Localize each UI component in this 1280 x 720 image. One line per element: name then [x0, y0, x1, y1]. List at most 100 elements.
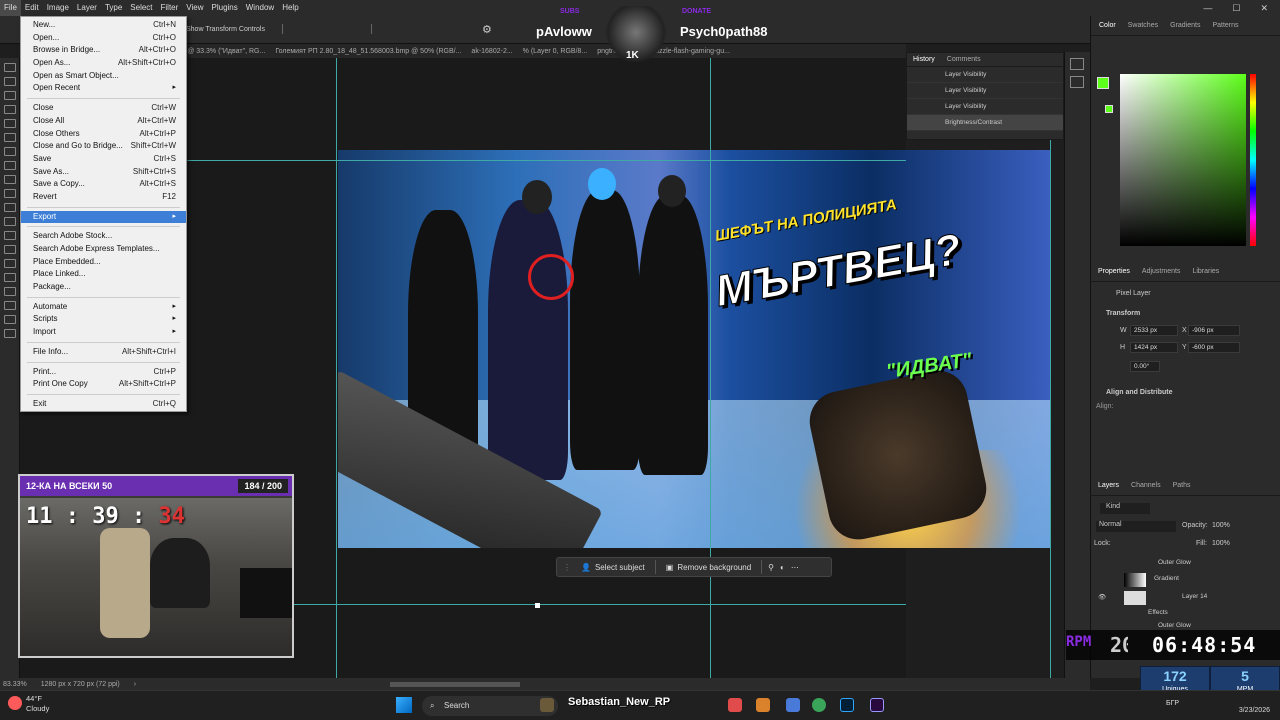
menu-item-automate[interactable]: Automate ▸: [21, 301, 186, 314]
adjust-icon[interactable]: ◐: [780, 563, 785, 572]
guide-line[interactable]: [710, 58, 711, 678]
tab-gradients[interactable]: Gradients: [1170, 22, 1200, 29]
eye-icon[interactable]: 👁: [1098, 593, 1106, 601]
menu-item-open-as[interactable]: Open As... Alt+Shift+Ctrl+O: [21, 57, 186, 70]
healing-tool-icon[interactable]: [4, 147, 16, 156]
app-icon[interactable]: [540, 698, 554, 712]
menu-filter[interactable]: Filter: [157, 0, 183, 16]
menu-layer[interactable]: Layer: [73, 0, 101, 16]
chrome-icon[interactable]: [812, 698, 826, 712]
menu-item-open-recent[interactable]: Open Recent ▸: [21, 82, 186, 95]
angle-field[interactable]: 0.00°: [1130, 361, 1160, 372]
menu-view[interactable]: View: [182, 0, 207, 16]
premiere-icon[interactable]: [870, 698, 884, 712]
opacity-field[interactable]: 100%: [1212, 522, 1230, 529]
tab-properties[interactable]: Properties: [1098, 268, 1130, 275]
history-panel-icon[interactable]: [1070, 58, 1084, 70]
thumbnail-artwork[interactable]: ШЕФЪТ НА ПОЛИЦИЯТА МЪРТВЕЦ? "ИДВАТ": [338, 150, 1050, 548]
move-tool-icon[interactable]: [4, 63, 16, 72]
system-tray-clock[interactable]: 3/23/2026: [1239, 694, 1270, 716]
menu-item-revert[interactable]: Revert F12: [21, 191, 186, 204]
width-field[interactable]: 2533 px: [1130, 325, 1178, 336]
doc-tab[interactable]: Големият РП 2.80_18_48_51.568003.bmp @ 5…: [275, 48, 461, 55]
zoom-level[interactable]: 83.33%: [3, 681, 27, 688]
history-item[interactable]: Layer Visibility: [907, 83, 1063, 99]
app-icon[interactable]: [786, 698, 800, 712]
align-buttons[interactable]: [282, 24, 372, 34]
tab-color[interactable]: Color: [1099, 22, 1116, 29]
doc-tab[interactable]: ak-16802-2...: [471, 48, 512, 55]
type-tool-icon[interactable]: [4, 273, 16, 282]
guide-line[interactable]: [1050, 58, 1051, 678]
taskbar-search[interactable]: ⌕ Search: [422, 696, 558, 716]
tab-layers[interactable]: Layers: [1098, 482, 1119, 489]
x-field[interactable]: -906 px: [1188, 325, 1240, 336]
drag-handle-icon[interactable]: ⋮: [563, 563, 571, 572]
marquee-tool-icon[interactable]: [4, 77, 16, 86]
tab-channels[interactable]: Channels: [1131, 482, 1161, 489]
menu-item-file-info[interactable]: File Info... Alt+Shift+Ctrl+I: [21, 346, 186, 359]
horizontal-scrollbar[interactable]: [390, 681, 521, 687]
menu-item-import[interactable]: Import ▸: [21, 326, 186, 339]
menu-edit[interactable]: Edit: [21, 0, 43, 16]
stamp-tool-icon[interactable]: [4, 175, 16, 184]
history-item[interactable]: Brightness/Contrast: [907, 115, 1063, 131]
zoom-tool-icon[interactable]: [4, 329, 16, 338]
language-indicator[interactable]: БГР: [1166, 700, 1179, 707]
transform-handle[interactable]: [535, 603, 540, 608]
weather-widget[interactable]: 44°F Cloudy: [8, 694, 49, 714]
remove-background-button[interactable]: ▣ Remove background: [662, 561, 755, 574]
menu-item-open[interactable]: Open... Ctrl+O: [21, 32, 186, 45]
blend-mode-select[interactable]: Normal: [1096, 521, 1176, 532]
close-icon[interactable]: ✕: [1260, 0, 1268, 16]
tab-patterns[interactable]: Patterns: [1212, 22, 1238, 29]
tab-libraries[interactable]: Libraries: [1192, 268, 1219, 275]
menu-item-close-and-go-to-bridge[interactable]: Close and Go to Bridge... Shift+Ctrl+W: [21, 140, 186, 153]
menu-item-print-one-copy[interactable]: Print One Copy Alt+Shift+Ctrl+P: [21, 378, 186, 391]
menu-window[interactable]: Window: [242, 0, 278, 16]
layer-row[interactable]: Outer Glow: [1092, 556, 1278, 573]
menu-item-close[interactable]: Close Ctrl+W: [21, 102, 186, 115]
start-button-icon[interactable]: [396, 697, 412, 713]
gear-icon[interactable]: ⚙: [482, 23, 492, 36]
menu-file[interactable]: File: [0, 0, 21, 16]
tab-adjustments[interactable]: Adjustments: [1142, 268, 1181, 275]
menu-item-save[interactable]: Save Ctrl+S: [21, 153, 186, 166]
maximize-icon[interactable]: ☐: [1232, 0, 1240, 16]
eraser-tool-icon[interactable]: [4, 203, 16, 212]
layer-row[interactable]: 👁 Layer 14: [1092, 590, 1278, 607]
properties-panel-icon[interactable]: [1070, 76, 1084, 88]
path-select-icon[interactable]: [4, 287, 16, 296]
eyedropper-tool-icon[interactable]: [4, 133, 16, 142]
tab-swatches[interactable]: Swatches: [1128, 22, 1158, 29]
menu-image[interactable]: Image: [43, 0, 73, 16]
menu-item-search-adobe-express-templates[interactable]: Search Adobe Express Templates...: [21, 243, 186, 256]
menu-item-export[interactable]: Export ▸: [21, 210, 186, 224]
guide-line[interactable]: [336, 58, 337, 678]
menu-item-browse-in-bridge[interactable]: Browse in Bridge... Alt+Ctrl+O: [21, 44, 186, 57]
background-color-swatch[interactable]: [1105, 105, 1113, 113]
blur-tool-icon[interactable]: [4, 231, 16, 240]
layer-row[interactable]: Gradient: [1092, 572, 1278, 589]
y-field[interactable]: -600 px: [1188, 342, 1240, 353]
crop-tool-icon[interactable]: [4, 105, 16, 114]
menu-item-scripts[interactable]: Scripts ▸: [21, 313, 186, 326]
lasso-icon[interactable]: ⚲: [768, 563, 774, 572]
photoshop-icon[interactable]: [840, 698, 854, 712]
height-field[interactable]: 1424 px: [1130, 342, 1178, 353]
gradient-tool-icon[interactable]: [4, 217, 16, 226]
tab-history[interactable]: History: [913, 56, 935, 63]
history-item[interactable]: Layer Visibility: [907, 67, 1063, 83]
menu-item-place-embedded[interactable]: Place Embedded...: [21, 256, 186, 269]
fill-field[interactable]: 100%: [1212, 540, 1230, 547]
menu-plugins[interactable]: Plugins: [208, 0, 242, 16]
dodge-tool-icon[interactable]: [4, 245, 16, 254]
hand-tool-icon[interactable]: [4, 315, 16, 324]
hue-slider[interactable]: [1250, 74, 1256, 246]
menu-item-save-as[interactable]: Save As... Shift+Ctrl+S: [21, 166, 186, 179]
tab-paths[interactable]: Paths: [1173, 482, 1191, 489]
history-item[interactable]: Layer Visibility: [907, 99, 1063, 115]
tab-comments[interactable]: Comments: [947, 56, 981, 63]
menu-select[interactable]: Select: [126, 0, 156, 16]
menu-item-search-adobe-stock[interactable]: Search Adobe Stock...: [21, 230, 186, 243]
